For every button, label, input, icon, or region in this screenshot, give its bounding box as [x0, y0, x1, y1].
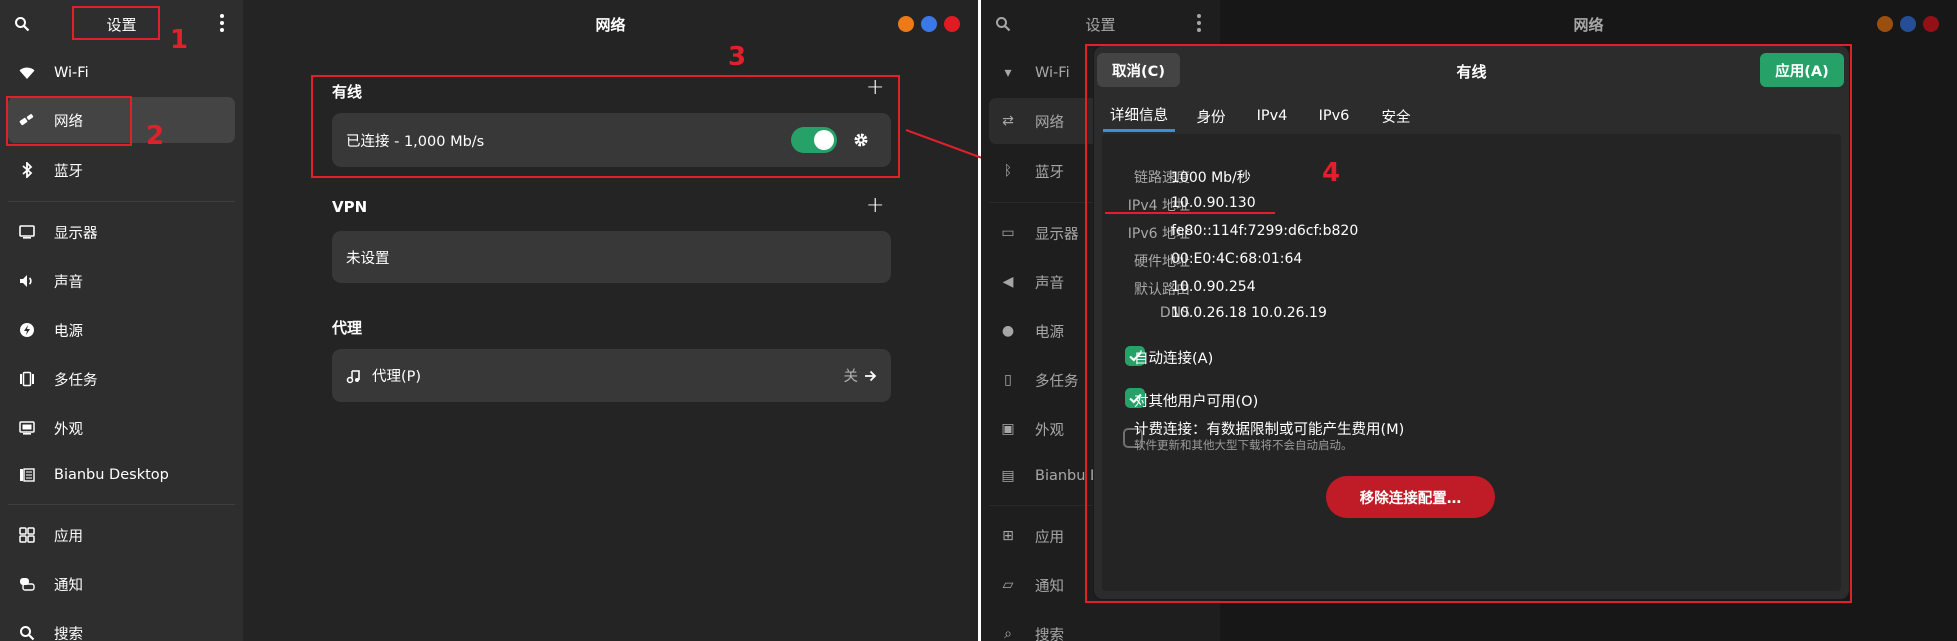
arrow-right-icon: [865, 370, 877, 381]
sidebar-item-label: Wi-Fi: [54, 65, 89, 81]
sidebar-item-power[interactable]: 电源: [8, 307, 235, 353]
sidebar-divider: [8, 201, 235, 202]
annotation-number-3: 3: [728, 42, 747, 72]
sidebar-item-wifi[interactable]: Wi-Fi: [8, 50, 235, 96]
main-menu-icon[interactable]: [219, 14, 225, 32]
wifi-icon: [18, 64, 36, 82]
annotation-box-3: [311, 75, 900, 178]
power-icon: [18, 321, 36, 339]
annotation-number-2: 2: [146, 121, 165, 151]
sidebar-item-sound[interactable]: 声音: [8, 258, 235, 304]
sidebar-item-apps[interactable]: 应用: [8, 512, 235, 558]
vpn-row: 未设置: [332, 231, 891, 283]
sidebar-item-bluetooth[interactable]: 蓝牙: [8, 147, 235, 193]
proxy-label: 代理(P): [372, 369, 422, 385]
sidebar-item-label: Bianbu Desktop: [54, 467, 169, 483]
sidebar-item-label: 多任务: [54, 372, 98, 389]
sidebar-item-label: 蓝牙: [54, 163, 83, 180]
minimize-button[interactable]: [898, 16, 914, 32]
sidebar-item-appearance[interactable]: 外观: [8, 405, 235, 451]
screenshot-stage: 设置 Wi-Fi 网络 蓝牙 显示器 声音 电源 多任务 外观 Bianbu D…: [0, 0, 1957, 641]
sidebar-item-label: 搜索: [54, 626, 83, 641]
maximize-button[interactable]: [921, 16, 937, 32]
vpn-status: 未设置: [346, 250, 390, 267]
display-icon: [18, 223, 36, 241]
sidebar-item-bianbu-desktop[interactable]: Bianbu Desktop: [8, 452, 235, 498]
annotation-box-2: [6, 96, 132, 146]
sidebar-item-label: 声音: [54, 274, 83, 291]
add-vpn-icon[interactable]: +: [866, 195, 884, 217]
sound-icon: [18, 272, 36, 290]
sidebar-item-label: 显示器: [54, 225, 98, 242]
multitasking-icon: [18, 370, 36, 388]
sidebar-item-label: 应用: [54, 528, 83, 545]
desktop-icon: [18, 466, 36, 484]
annotation-box-4: [1085, 44, 1852, 603]
proxy-icon: [346, 369, 360, 383]
proxy-section-title: 代理: [332, 319, 363, 337]
sidebar-divider: [8, 504, 235, 505]
appearance-icon: [18, 419, 36, 437]
sidebar-item-label: 电源: [54, 323, 83, 340]
close-button[interactable]: [944, 16, 960, 32]
sidebar-item-notifications[interactable]: 通知: [8, 561, 235, 607]
proxy-state: 关: [843, 369, 859, 385]
apps-icon: [18, 526, 36, 544]
sidebar-item-search[interactable]: 搜索: [8, 610, 235, 641]
vpn-section-title: VPN: [332, 198, 368, 216]
settings-window-left: 设置 Wi-Fi 网络 蓝牙 显示器 声音 电源 多任务 外观 Bianbu D…: [0, 0, 978, 641]
window-controls: [898, 16, 960, 32]
sidebar-item-display[interactable]: 显示器: [8, 209, 235, 255]
sidebar-item-multitasking[interactable]: 多任务: [8, 356, 235, 402]
annotation-number-1: 1: [170, 25, 189, 55]
sidebar-item-label: 通知: [54, 577, 83, 594]
search-icon: [18, 624, 36, 641]
annotation-underline: [1105, 212, 1275, 214]
bluetooth-icon: [18, 161, 36, 179]
annotation-box-1: [72, 6, 160, 40]
annotation-number-4: 4: [1322, 158, 1341, 188]
notifications-icon: [18, 575, 36, 593]
proxy-row[interactable]: 代理(P) 关: [332, 349, 891, 402]
page-title: 网络: [595, 16, 626, 34]
sidebar-item-label: 外观: [54, 421, 83, 438]
